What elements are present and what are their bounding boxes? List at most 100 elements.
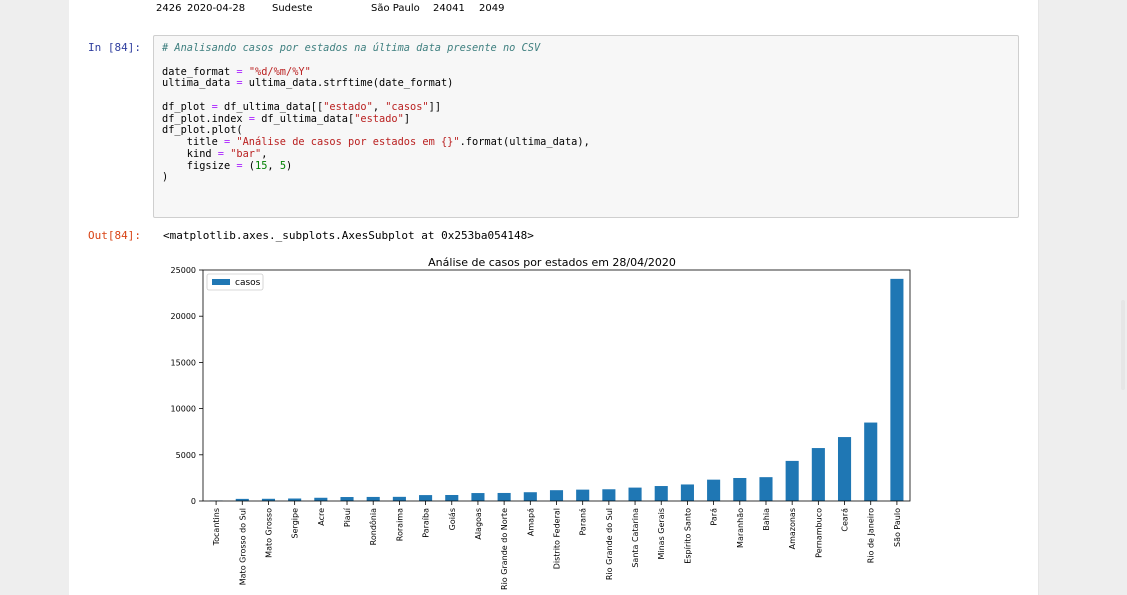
code-token: figsize	[162, 159, 237, 172]
input-prompt: In [84]:	[88, 41, 141, 54]
bar-6	[366, 496, 380, 501]
code-token: )	[162, 171, 169, 184]
code-token: "bar"	[230, 147, 262, 160]
code-token: "casos"	[385, 100, 429, 113]
x-tick-label: Pará	[710, 508, 719, 526]
code-token: "Análise de casos por estados em {}"	[236, 136, 460, 148]
y-tick-label: 15000	[171, 358, 196, 367]
bar-11	[497, 492, 511, 501]
code-text[interactable]: # Analisando casos por estados na última…	[162, 42, 590, 184]
x-tick-label: Acre	[317, 508, 326, 526]
code-token: ultima_data	[162, 77, 237, 90]
bar-13	[549, 490, 564, 501]
output-repr-text: <matplotlib.axes._subplots.AxesSubplot a…	[163, 229, 534, 242]
y-axis: 0 5000 10000 15000 20000 25000	[171, 266, 203, 506]
y-tick-label: 20000	[171, 312, 196, 321]
bar-17	[654, 486, 668, 501]
code-token: ,	[261, 147, 268, 160]
x-tick-label: Amapá	[526, 508, 535, 536]
x-tick-label: Alagoas	[474, 508, 483, 540]
bar-5	[340, 497, 354, 501]
bar-25	[864, 422, 878, 501]
x-tick-label: Tocantins	[212, 508, 221, 546]
code-line: figsize = (15, 5)	[162, 160, 292, 172]
x-tick-label: Mato Grosso	[264, 508, 273, 558]
code-token: )	[286, 159, 293, 172]
bar-22	[785, 460, 799, 501]
x-tick-label: Bahia	[762, 508, 771, 531]
code-line: df_plot.index = df_ultima_data["estado"]	[162, 113, 410, 125]
code-token: kind	[162, 147, 218, 160]
x-tick-label: Espírito Santo	[683, 508, 692, 564]
bar-23	[811, 448, 825, 501]
x-tick-label: Goiás	[448, 508, 457, 530]
code-line: kind = "bar",	[162, 147, 268, 160]
output-prompt: Out[84]:	[88, 229, 141, 242]
x-tick-label: Paraná	[579, 508, 588, 536]
row-region: Sudeste	[272, 3, 313, 14]
bar-18	[680, 484, 694, 501]
code-token: df_ultima_data[[	[217, 100, 324, 113]
bar-24	[837, 437, 852, 501]
y-tick-label: 25000	[171, 266, 196, 275]
code-cell-editor[interactable]: # Analisando casos por estados na última…	[153, 35, 1019, 218]
x-tick-label: Maranhão	[736, 508, 745, 548]
bar-12	[523, 492, 537, 501]
bar-8	[419, 495, 433, 501]
row-cases: 24041	[433, 3, 465, 14]
code-line: date_format = "%d/%m/%Y"	[162, 66, 311, 78]
row-deaths: 2049	[479, 3, 505, 14]
plot-frame	[202, 269, 911, 502]
x-tick-label: Rio Grande do Norte	[500, 508, 509, 590]
y-tick-label: 0	[191, 497, 196, 506]
row-date: 2020-04-28	[187, 3, 246, 14]
x-tick-label: Santa Catarina	[631, 508, 640, 568]
scrollbar-thumb[interactable]	[1121, 300, 1125, 390]
code-token: ,	[372, 100, 386, 113]
bar-16	[628, 487, 642, 501]
bar-chart: Análise de casos por estados em 28/04/20…	[171, 256, 911, 590]
x-axis: Tocantins Mato Grosso do Sul Mato Grosso Se…	[212, 501, 902, 590]
legend-swatch-casos	[212, 279, 230, 285]
chart-title: Análise de casos por estados em 28/04/20…	[428, 256, 676, 269]
legend-label-casos: casos	[235, 278, 261, 288]
x-tick-label: Rio de Janeiro	[867, 508, 876, 563]
bar-14	[576, 489, 590, 501]
code-token: df_plot.plot(	[162, 124, 243, 137]
y-tick-label: 10000	[171, 405, 196, 414]
x-tick-label: Distrito Federal	[553, 508, 562, 569]
code-token: ultima_data.strftime(date_format)	[242, 77, 454, 90]
code-token: df_plot	[162, 100, 212, 113]
legend: casos	[206, 273, 264, 291]
bar-15	[602, 489, 616, 501]
x-tick-label: São Paulo	[893, 508, 902, 547]
bar-4	[314, 497, 328, 501]
x-tick-label: Minas Gerais	[657, 508, 666, 560]
code-token: 15	[255, 159, 268, 172]
code-token: ]]	[428, 100, 442, 113]
x-tick-label: Mato Grosso do Sul	[238, 508, 247, 585]
code-token: # Analisando casos por estados na última…	[162, 42, 541, 54]
x-tick-label: Amazonas	[788, 508, 797, 549]
x-tick-label: Paraíba	[422, 508, 431, 538]
row-state: São Paulo	[371, 3, 420, 14]
notebook-right-border	[1038, 0, 1039, 595]
code-line: df_plot.plot(	[162, 124, 243, 136]
x-tick-label: Rondônia	[368, 508, 378, 545]
x-tick-label: Piauí	[343, 507, 352, 527]
bar-7	[392, 496, 406, 501]
bar-10	[471, 493, 485, 501]
code-token: ]	[403, 112, 411, 125]
bar-26	[890, 278, 904, 501]
bar-20	[733, 477, 747, 501]
code-token: date_format	[162, 65, 237, 78]
code-token: title	[162, 136, 224, 148]
x-tick-label: Sergipe	[291, 508, 300, 539]
bar-series-casos	[209, 278, 904, 501]
row-index: 2426	[156, 3, 182, 14]
code-token: ,	[267, 159, 280, 172]
code-line: )	[162, 171, 168, 183]
x-tick-label: Pernambuco	[814, 508, 823, 558]
y-tick-label: 5000	[176, 451, 196, 460]
bar-9	[445, 494, 459, 501]
